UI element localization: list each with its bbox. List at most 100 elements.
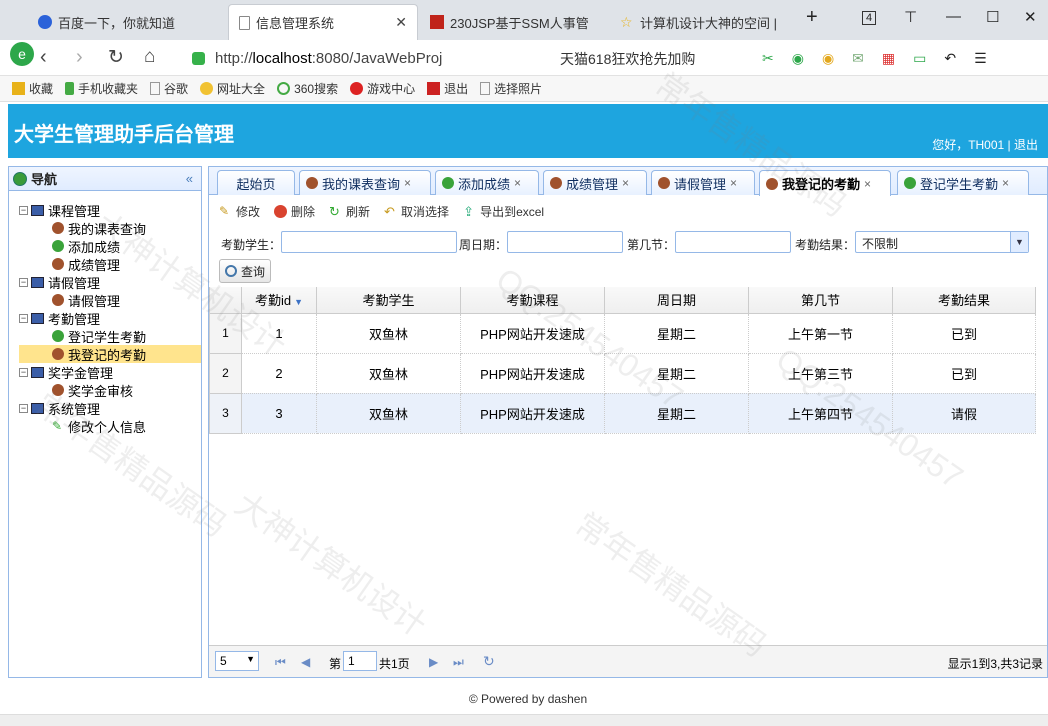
tab-leave-manage[interactable]: 请假管理 ×	[651, 170, 755, 195]
sidebar-item-my-attendance[interactable]: 我登记的考勤	[19, 345, 201, 363]
table-row[interactable]: 2 2 双鱼林 PHP网站开发速成 星期二 上午第三节 已到	[209, 352, 1036, 394]
column-header-id[interactable]: 考勤id ▼	[241, 287, 317, 314]
weekday-input[interactable]	[507, 231, 623, 253]
minus-icon[interactable]: −	[19, 277, 28, 287]
browser-tab-active[interactable]: 信息管理系统 ✕	[228, 4, 418, 40]
minimize-icon[interactable]: —	[946, 8, 961, 25]
tree-group-course[interactable]: − 课程管理	[19, 201, 201, 219]
result-select[interactable]: 不限制 ▼	[855, 231, 1029, 253]
close-icon[interactable]: ×	[622, 176, 629, 190]
tree-group-system[interactable]: − 系统管理	[19, 399, 201, 417]
page-size-select[interactable]: 5 ▼	[215, 651, 259, 671]
close-icon[interactable]: ×	[730, 176, 737, 190]
browser-tab-ssm[interactable]: 230JSP基于SSM人事管	[420, 4, 610, 40]
translate-icon[interactable]: ◉	[792, 50, 804, 67]
edit-button[interactable]: ✎ 修改	[219, 203, 260, 220]
home-icon[interactable]: ⌂	[144, 46, 155, 68]
delete-button[interactable]: 删除	[274, 203, 315, 220]
column-header-result[interactable]: 考勤结果	[892, 287, 1036, 314]
minus-icon[interactable]: −	[19, 205, 28, 215]
student-input[interactable]	[281, 231, 457, 253]
table-header-row: 考勤id ▼ 考勤学生 考勤课程 周日期 第几节 考勤结果	[209, 287, 1036, 314]
page-number-input[interactable]: 1	[343, 651, 377, 671]
period-input[interactable]	[675, 231, 791, 253]
sidebar-item-add-grade[interactable]: 添加成绩	[19, 237, 201, 255]
sidebar-item-grade-manage[interactable]: 成绩管理	[19, 255, 201, 273]
bookmark-item[interactable]: 谷歌	[150, 80, 188, 97]
delete-label: 删除	[291, 205, 316, 219]
tree-group-scholarship[interactable]: − 奖学金管理	[19, 363, 201, 381]
computer-icon	[31, 402, 44, 414]
tab-register-attendance[interactable]: 登记学生考勤 ×	[897, 170, 1029, 195]
sidebar-item-leave-manage[interactable]: 请假管理	[19, 291, 201, 309]
refresh-button[interactable]: ↻ 刷新	[329, 203, 370, 220]
first-page-icon[interactable]: ⏮	[275, 655, 286, 670]
bookmark-item[interactable]: 退出	[427, 80, 468, 97]
tab-add-grade[interactable]: 添加成绩 ×	[435, 170, 539, 195]
user-greeting[interactable]: 您好，TH001 | 退出	[932, 136, 1038, 153]
close-icon[interactable]: ×	[1002, 176, 1009, 190]
bookmark-item[interactable]: 选择照片	[480, 80, 542, 97]
column-header-weekday[interactable]: 周日期	[604, 287, 749, 314]
url-field[interactable]: http://localhost:8080/JavaWebProj	[192, 44, 552, 72]
column-header-course[interactable]: 考勤课程	[460, 287, 605, 314]
shirt-icon[interactable]: ⊤	[904, 8, 917, 26]
export-button[interactable]: ⇪ 导出到excel	[463, 203, 544, 220]
tab-grade-manage[interactable]: 成绩管理 ×	[543, 170, 647, 195]
bookmark-item[interactable]: 网址大全	[200, 80, 265, 97]
new-tab-icon[interactable]: +	[806, 6, 818, 29]
query-button[interactable]: 查询	[219, 259, 271, 283]
bookmark-item[interactable]: 游戏中心	[350, 80, 415, 97]
reload-icon[interactable]: ↻	[108, 46, 124, 69]
close-icon[interactable]: ×	[404, 176, 411, 190]
tab-schedule[interactable]: 我的课表查询 ×	[299, 170, 431, 195]
collapse-icon[interactable]: «	[186, 171, 193, 186]
close-window-icon[interactable]: ✕	[1024, 8, 1037, 26]
forward-icon[interactable]: ›	[76, 46, 83, 69]
tree-group-leave[interactable]: − 请假管理	[19, 273, 201, 291]
apps-icon[interactable]: ▦	[882, 50, 895, 67]
tab-label: 我登记的考勤	[782, 177, 861, 192]
undo-icon[interactable]: ↶	[944, 50, 956, 67]
browser-tab-baidu[interactable]: 百度一下，你就知道	[28, 4, 228, 40]
bookmark-item[interactable]: 手机收藏夹	[65, 80, 138, 97]
toolbar-icons: ✂ ◉ ◉ ✉ ▦ ▭ ↶ ☰	[762, 50, 987, 67]
tree-group-attendance[interactable]: − 考勤管理	[19, 309, 201, 327]
browser-tab-space[interactable]: ☆ 计算机设计大神的空间 |	[610, 4, 800, 40]
prev-page-icon[interactable]: ◀	[301, 655, 310, 669]
battery-icon[interactable]: ▭	[913, 50, 926, 67]
next-page-icon[interactable]: ▶	[429, 655, 438, 669]
tab-my-attendance[interactable]: 我登记的考勤 ×	[759, 170, 891, 196]
chevron-down-icon[interactable]: ▼	[1010, 232, 1028, 252]
bookmark-label: 手机收藏夹	[78, 82, 139, 96]
scissors-icon[interactable]: ✂	[762, 50, 774, 67]
table-row[interactable]: 3 3 双鱼林 PHP网站开发速成 星期二 上午第四节 请假	[209, 392, 1036, 434]
column-header-student[interactable]: 考勤学生	[316, 287, 461, 314]
maximize-icon[interactable]: ☐	[986, 8, 999, 26]
tree-item-label: 修改个人信息	[68, 419, 147, 435]
tab-home[interactable]: 起始页	[217, 170, 295, 195]
table-row[interactable]: 1 1 双鱼林 PHP网站开发速成 星期二 上午第一节 已到	[209, 312, 1036, 354]
cancel-select-button[interactable]: ↶ 取消选择	[384, 203, 449, 220]
minus-icon[interactable]: −	[19, 313, 28, 323]
mail-icon[interactable]: ✉	[852, 50, 864, 67]
refresh-icon[interactable]: ↻	[483, 653, 495, 670]
close-icon[interactable]: ✕	[387, 14, 407, 31]
close-icon[interactable]: ×	[864, 177, 871, 191]
sidebar-item-schedule[interactable]: 我的课表查询	[19, 219, 201, 237]
column-header-period[interactable]: 第几节	[748, 287, 893, 314]
close-icon[interactable]: ×	[514, 176, 521, 190]
tab-count-badge[interactable]: 4	[862, 11, 877, 25]
menu-icon[interactable]: ☰	[974, 50, 987, 67]
back-icon[interactable]: ‹	[40, 46, 47, 69]
coupon-icon[interactable]: ◉	[822, 50, 834, 67]
sidebar-item-register-attendance[interactable]: 登记学生考勤	[19, 327, 201, 345]
promo-link[interactable]: 天猫618狂欢抢先加购	[560, 49, 695, 69]
bookmark-item[interactable]: 360搜索	[277, 80, 338, 97]
sidebar-item-edit-profile[interactable]: ✎ 修改个人信息	[19, 417, 201, 435]
bookmark-item[interactable]: 收藏	[12, 80, 53, 97]
minus-icon[interactable]: −	[19, 367, 28, 377]
minus-icon[interactable]: −	[19, 403, 28, 413]
last-page-icon[interactable]: ⏭	[453, 655, 464, 670]
sidebar-item-scholarship-review[interactable]: 奖学金审核	[19, 381, 201, 399]
